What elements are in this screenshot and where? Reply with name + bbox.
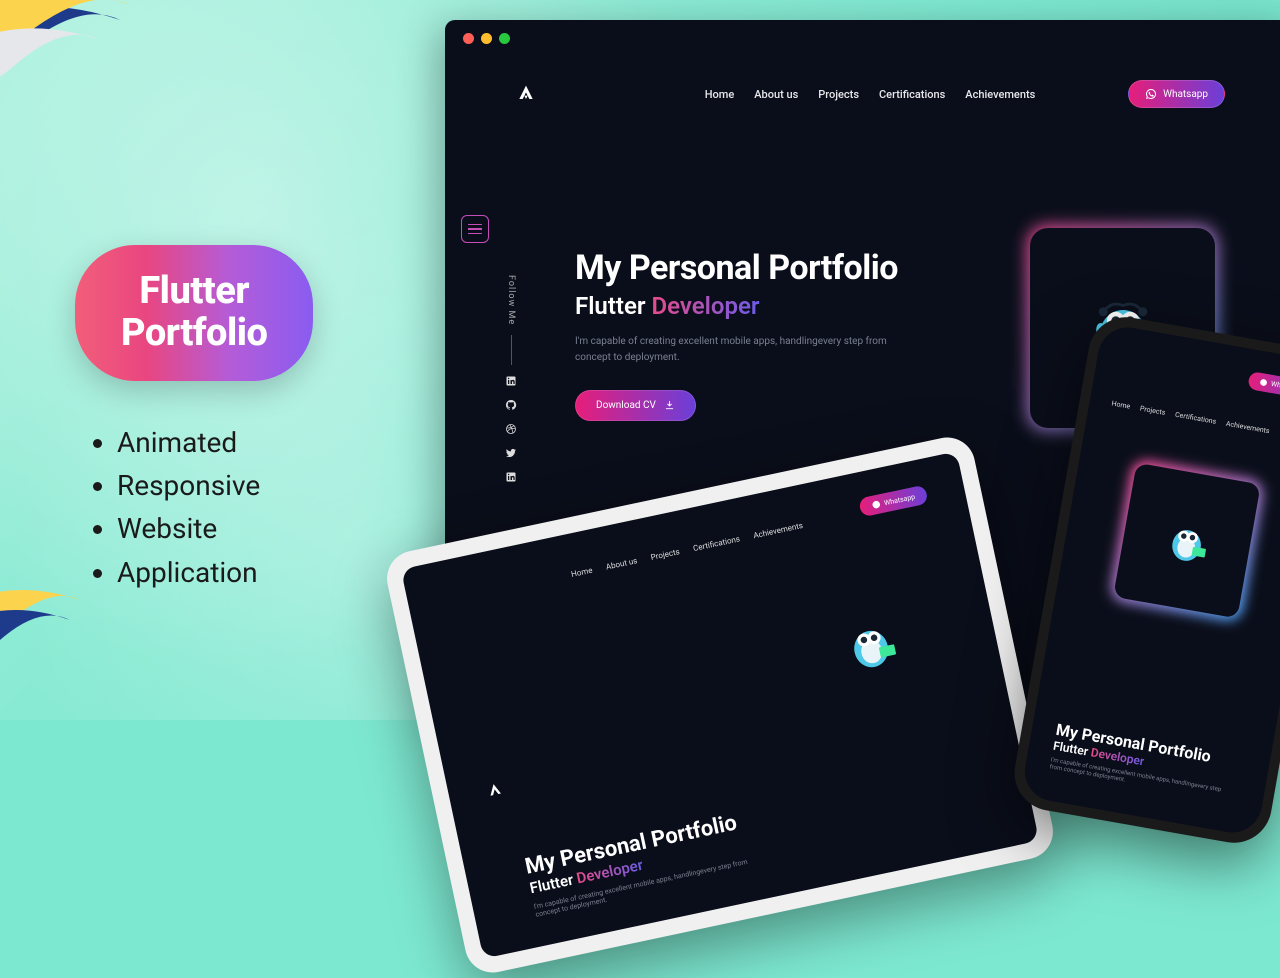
twitter-icon[interactable]	[505, 447, 517, 459]
hero-subtitle: Flutter Developer	[575, 292, 915, 320]
burger-menu-button[interactable]	[461, 215, 489, 243]
social-icons	[505, 375, 517, 483]
github-icon[interactable]	[505, 399, 517, 411]
promo-feature-item: Website	[117, 507, 313, 550]
hero-mascot-card	[1111, 460, 1263, 620]
whatsapp-icon	[1145, 88, 1157, 100]
promo-title-line1: Flutter	[121, 271, 267, 313]
nav-certifications[interactable]: Certifications	[879, 88, 945, 101]
hero-text: My Personal Portfolio Flutter Developer …	[523, 805, 771, 918]
promo-feature-list: Animated Responsive Website Application	[97, 421, 313, 595]
whatsapp-icon	[1258, 378, 1267, 387]
whatsapp-icon	[870, 499, 881, 510]
linkedin-icon[interactable]	[505, 471, 517, 483]
promo-feature-item: Animated	[117, 421, 313, 464]
logo-icon[interactable]	[515, 83, 537, 105]
hero-title: My Personal Portfolio	[575, 248, 915, 288]
follow-divider	[511, 335, 512, 365]
whatsapp-button[interactable]: Whatsapp	[858, 485, 929, 518]
download-cv-button[interactable]: Download CV	[575, 390, 696, 421]
promo-section: Flutter Portfolio Animated Responsive We…	[75, 245, 313, 594]
promo-title-line2: Portfolio	[121, 313, 267, 355]
whatsapp-label: Whatsapp	[1163, 89, 1208, 100]
promo-title-pill: Flutter Portfolio	[75, 245, 313, 381]
promo-feature-item: Application	[117, 551, 313, 594]
hero-text: My Personal Portfolio Flutter Developer …	[575, 248, 915, 421]
promo-feature-item: Responsive	[117, 464, 313, 507]
nav-about[interactable]: About us	[754, 88, 798, 101]
hero-text: My Personal Portfolio Flutter Developer …	[1049, 720, 1235, 801]
follow-label: Follow Me	[506, 275, 516, 325]
hero-description: I'm capable of creating excellent mobile…	[575, 334, 915, 366]
linkedin-icon[interactable]	[505, 375, 517, 387]
flutter-dash-mascot-icon	[831, 605, 908, 682]
nav-achievements[interactable]: Achievements	[965, 88, 1035, 101]
hero-mascot-card	[785, 556, 953, 732]
logo-icon[interactable]	[485, 781, 505, 804]
download-icon	[664, 400, 675, 411]
flutter-dash-mascot-icon	[1155, 509, 1219, 573]
topbar: Home About us Projects Certifications Ac…	[515, 80, 1225, 108]
decorative-swoosh-topleft	[0, 0, 220, 240]
follow-sidebar: Follow Me	[501, 275, 521, 483]
main-nav: Home About us Projects Certifications Ac…	[705, 88, 1036, 101]
whatsapp-button[interactable]: Whatsapp	[1128, 80, 1225, 108]
download-label: Download CV	[596, 400, 656, 411]
dribbble-icon[interactable]	[505, 423, 517, 435]
main-nav: Home Projects Certifications Achievement…	[1111, 400, 1280, 442]
nav-home[interactable]: Home	[705, 88, 735, 101]
whatsapp-button[interactable]: Whatsapp	[1247, 371, 1280, 400]
nav-projects[interactable]: Projects	[818, 88, 859, 101]
